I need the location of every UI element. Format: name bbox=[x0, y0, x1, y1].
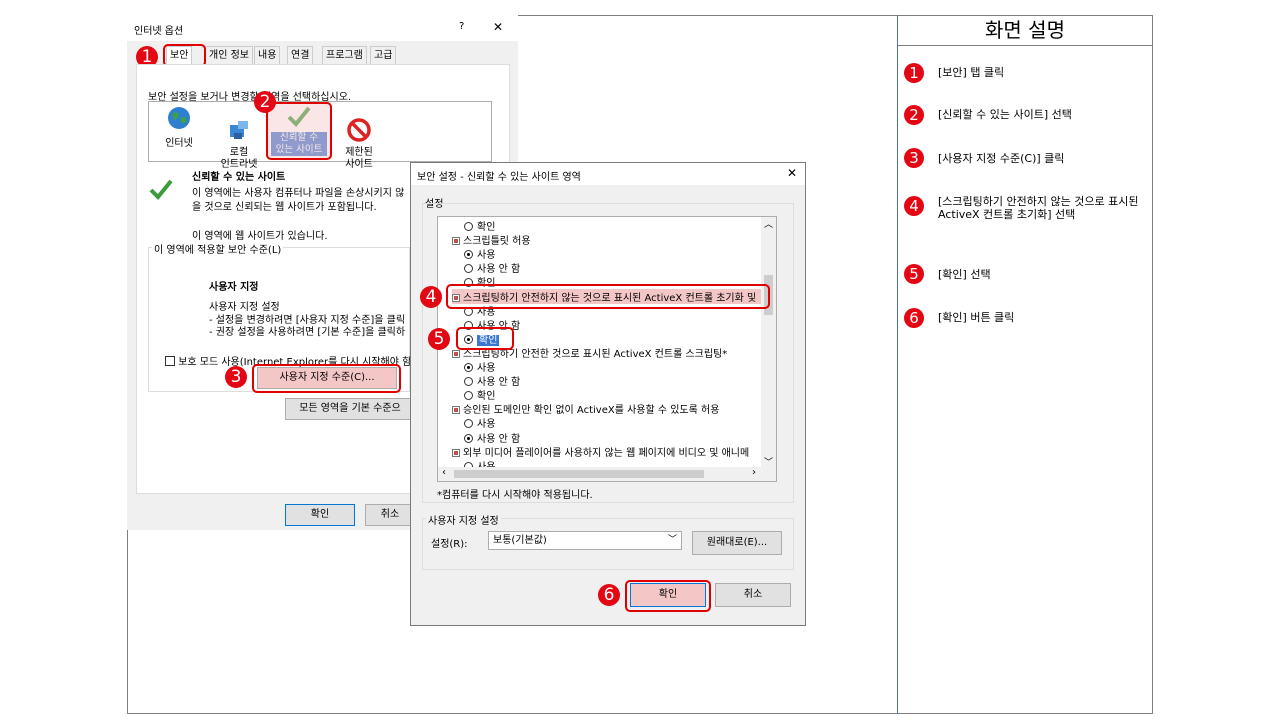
setting-group-icon bbox=[452, 237, 460, 246]
tab-connections[interactable]: 연결 bbox=[287, 46, 314, 64]
reset-button[interactable]: 원래대로(E)... bbox=[692, 531, 782, 555]
reset-select-value: 보통(기본값) bbox=[493, 535, 547, 546]
chevron-down-icon: ﹀ bbox=[667, 535, 677, 545]
reset-select[interactable]: 보통(기본값) ﹀ bbox=[488, 531, 682, 550]
panel-divider bbox=[897, 15, 898, 714]
checkmark-large-icon bbox=[149, 179, 173, 200]
tab-privacy[interactable]: 개인 정보 bbox=[205, 46, 253, 64]
dialog-cancel-button[interactable]: 취소 bbox=[715, 583, 791, 607]
panel-step-text-5: [확인] 선택 bbox=[938, 268, 991, 281]
step-badge-5: 5 bbox=[428, 328, 450, 350]
setting-radio-option[interactable]: 사용 bbox=[464, 359, 495, 374]
zone-desc-2: 을 것으로 신뢰되는 웹 사이트가 포함됩니다. bbox=[192, 202, 377, 213]
panel-step-text-3: [사용자 지정 수준(C)] 클릭 bbox=[938, 152, 1065, 165]
setting-radio-option[interactable]: 확인 bbox=[464, 218, 495, 233]
radio-unchecked-icon[interactable] bbox=[464, 419, 473, 429]
panel-step-badge-6: 6 bbox=[904, 308, 924, 328]
radio-unchecked-icon[interactable] bbox=[464, 391, 473, 401]
zone-restricted[interactable]: 제한된 사이트 bbox=[334, 105, 384, 183]
setting-radio-option[interactable]: 사용 bbox=[464, 415, 495, 430]
setting-radio-option[interactable]: 사용 bbox=[464, 246, 495, 261]
security-level-legend: 이 영역에 적용할 보안 수준(L) bbox=[152, 241, 284, 256]
setting-group-icon bbox=[452, 406, 460, 415]
help-icon[interactable]: ? bbox=[459, 21, 464, 32]
security-settings-titlebar: 보안 설정 - 신뢰할 수 있는 사이트 영역 ✕ bbox=[411, 163, 805, 185]
ok-button[interactable]: 확인 bbox=[285, 504, 355, 526]
setting-radio-option[interactable]: 확인 bbox=[464, 387, 495, 402]
window-title: 인터넷 옵션 bbox=[134, 26, 184, 37]
no-entry-icon bbox=[347, 118, 371, 142]
panel-step-text-2: [신뢰할 수 있는 사이트] 선택 bbox=[938, 108, 1072, 121]
cancel-button[interactable]: 취소 bbox=[365, 504, 415, 526]
panel-step-text-6: [확인] 버튼 클릭 bbox=[938, 311, 1015, 324]
highlight-box-2 bbox=[266, 102, 332, 160]
zone-title: 신뢰할 수 있는 사이트 bbox=[192, 172, 286, 183]
dialog-close-icon[interactable]: ✕ bbox=[787, 166, 797, 180]
hscroll-thumb[interactable] bbox=[454, 470, 704, 478]
tab-content[interactable]: 내용 bbox=[254, 46, 281, 64]
setting-group-icon bbox=[452, 349, 460, 358]
zone-desc-1: 이 영역에는 사용자 컴퓨터나 파일을 손상시키지 않 bbox=[192, 188, 405, 199]
globe-icon bbox=[168, 107, 190, 129]
close-icon[interactable]: ✕ bbox=[493, 20, 503, 34]
setting-radio-option[interactable]: 사용 안 함 bbox=[464, 430, 520, 445]
highlight-box-5 bbox=[456, 327, 514, 350]
step-badge-6: 6 bbox=[598, 584, 620, 606]
protected-mode-checkbox[interactable] bbox=[165, 356, 175, 366]
restart-note: *컴퓨터를 다시 시작해야 적용됩니다. bbox=[437, 490, 593, 501]
step-badge-2: 2 bbox=[254, 91, 276, 113]
setting-radio-option[interactable]: 사용 안 함 bbox=[464, 373, 520, 388]
scroll-up-icon[interactable]: ︿ bbox=[761, 217, 776, 230]
panel-step-text-4: [스크립팅하기 안전하지 않는 것으로 표시된 ActiveX 컨트롤 초기화]… bbox=[938, 195, 1139, 221]
zone-internet[interactable]: 인터넷 bbox=[155, 105, 203, 149]
setting-item-label: 스크립팅하기 안전한 것으로 표시된 ActiveX 컨트롤 스크립팅* bbox=[463, 348, 728, 360]
scroll-left-icon[interactable]: ‹ bbox=[442, 467, 446, 478]
highlight-box-3 bbox=[252, 364, 401, 393]
setting-radio-option[interactable]: 사용 안 함 bbox=[464, 260, 520, 275]
internet-options-titlebar: 인터넷 옵션 ? ✕ bbox=[127, 15, 518, 41]
setting-item-label: 승인된 도메인만 확인 없이 ActiveX를 사용할 수 있도록 허용 bbox=[463, 405, 720, 417]
dialog-title: 보안 설정 - 신뢰할 수 있는 사이트 영역 bbox=[417, 172, 581, 183]
custom-line-2: - 권장 설정을 사용하려면 [기본 수준]을 클릭하 bbox=[209, 327, 406, 338]
panel-step-badge-4: 4 bbox=[904, 196, 924, 216]
panel-step-badge-2: 2 bbox=[904, 105, 924, 125]
step-badge-3: 3 bbox=[225, 366, 247, 388]
panel-title: 화면 설명 bbox=[898, 15, 1152, 46]
zone-internet-label: 인터넷 bbox=[165, 138, 193, 149]
intranet-icon bbox=[230, 121, 248, 139]
setting-group-heading[interactable]: 외부 미디어 플레이어를 사용하지 않는 웹 페이지에 비디오 및 애니메 bbox=[452, 444, 749, 459]
horizontal-scrollbar[interactable]: ‹ › bbox=[438, 467, 776, 481]
default-level-button[interactable]: 모든 영역을 기본 수준으 bbox=[285, 398, 415, 420]
highlight-box-4 bbox=[446, 284, 770, 309]
tab-advanced[interactable]: 고급 bbox=[370, 46, 397, 64]
reset-group-legend: 사용자 지정 설정 bbox=[426, 512, 501, 527]
scroll-right-icon[interactable]: › bbox=[752, 467, 756, 478]
panel-step-badge-5: 5 bbox=[904, 264, 924, 284]
radio-checked-icon[interactable] bbox=[464, 433, 473, 443]
radio-unchecked-icon[interactable] bbox=[464, 264, 473, 274]
radio-checked-icon[interactable] bbox=[464, 363, 473, 372]
vertical-scrollbar[interactable]: ︿ ﹀ bbox=[761, 217, 776, 469]
zone-has-sites: 이 영역에 웹 사이트가 있습니다. bbox=[192, 231, 328, 242]
radio-unchecked-icon[interactable] bbox=[464, 377, 473, 387]
zone-restricted-label: 제한된 사이트 bbox=[345, 147, 373, 170]
radio-unchecked-icon[interactable] bbox=[464, 222, 473, 231]
panel-step-text-1: [보안] 탭 클릭 bbox=[938, 66, 1005, 79]
panel-step-badge-3: 3 bbox=[904, 148, 924, 168]
panel-step-badge-1: 1 bbox=[904, 63, 924, 83]
custom-title: 사용자 지정 bbox=[209, 282, 259, 293]
setting-group-heading[interactable]: 스크립틀릿 허용 bbox=[452, 232, 531, 247]
setting-group-icon bbox=[452, 448, 460, 457]
radio-checked-icon[interactable] bbox=[464, 250, 473, 260]
tab-programs[interactable]: 프로그램 bbox=[322, 46, 367, 64]
setting-item-label: 외부 미디어 플레이어를 사용하지 않는 웹 페이지에 비디오 및 애니메 bbox=[463, 447, 750, 459]
reset-label: 설정(R): bbox=[431, 539, 468, 550]
step-badge-4: 4 bbox=[420, 286, 442, 308]
highlight-box-6 bbox=[625, 580, 711, 612]
setting-group-heading[interactable]: 승인된 도메인만 확인 없이 ActiveX를 사용할 수 있도록 허용 bbox=[452, 401, 719, 416]
